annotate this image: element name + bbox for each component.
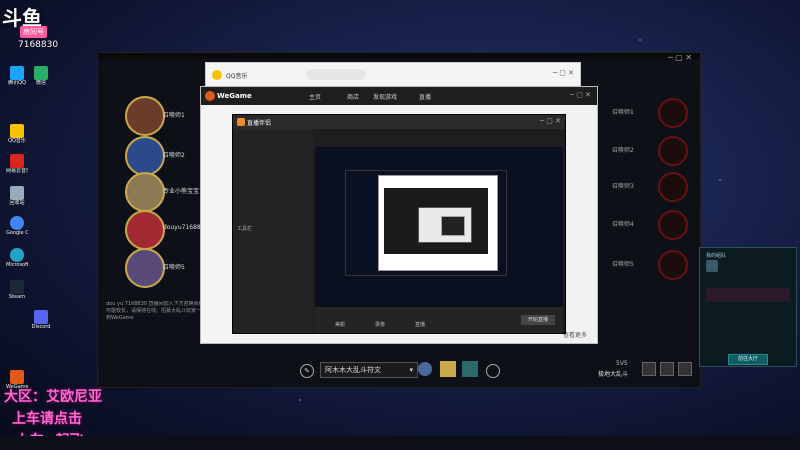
enemy-slot-5[interactable]: 召唤师5 (612, 250, 688, 280)
tool-record[interactable]: 录像 (375, 321, 385, 328)
tool-beauty[interactable]: 美颜 (335, 321, 345, 328)
desktop-icon-netease[interactable]: 网易云音乐 (6, 154, 28, 174)
wegame-topbar: WeGame 主页 商店 发现游戏 直播 ─ ▢ ✕ (201, 87, 597, 105)
chat-icon[interactable] (642, 362, 656, 376)
taskbar (0, 436, 800, 450)
edge-icon (10, 248, 24, 262)
champion-slot-2[interactable]: 召唤师2 (105, 136, 200, 176)
start-live-button[interactable]: 开始直播 (521, 315, 555, 325)
empty-slot-icon (658, 250, 688, 280)
champion-portrait (125, 136, 165, 176)
empty-slot-icon (658, 136, 688, 166)
champion-portrait (125, 210, 165, 250)
desktop-icon-wechat[interactable]: 微信 (30, 66, 52, 86)
app-logo-icon (237, 118, 245, 126)
empty-slot-icon (658, 172, 688, 202)
netease-icon (10, 154, 24, 168)
tab-live[interactable]: 直播 (419, 92, 431, 101)
tool-live[interactable]: 直播 (415, 321, 425, 328)
room-label: 房间号 (20, 26, 47, 38)
steam-icon (10, 280, 24, 294)
empty-slot-icon (658, 98, 688, 128)
wechat-icon (34, 66, 48, 80)
desktop-icon-steam[interactable]: Steam (6, 280, 28, 300)
champion-slot-3[interactable]: 专业小熊宝宝 (105, 172, 200, 212)
wegame-sidebar (201, 105, 231, 343)
search-input[interactable] (306, 69, 366, 80)
champion-portrait (125, 96, 165, 136)
emote-icon[interactable] (486, 364, 500, 378)
chevron-icon: ▾ (409, 366, 413, 374)
avatar (706, 260, 718, 272)
enemy-slot-2[interactable]: 召唤师2 (612, 136, 688, 166)
window-controls[interactable]: ─ ▢ ✕ (540, 117, 561, 125)
microphone-icon[interactable] (678, 362, 692, 376)
desktop-icon-edge[interactable]: Microsoft Edge (6, 248, 28, 268)
tab-store[interactable]: 商店 (347, 92, 359, 101)
champion-portrait (125, 248, 165, 288)
recycle-icon (10, 186, 24, 200)
desktop-icon-qq[interactable]: 腾讯QQ (6, 66, 28, 86)
enemy-slot-4[interactable]: 召唤师4 (612, 210, 688, 240)
enemy-slot-3[interactable]: 召唤师3 (612, 172, 688, 202)
discord-icon (34, 310, 48, 324)
chrome-icon (10, 216, 24, 230)
party-popup: 我的组队 前往大厅 (699, 247, 797, 367)
desktop-icon-discord[interactable]: Discord (30, 310, 52, 330)
overlay-region-text: 大区：艾欧尼亚 (4, 389, 102, 405)
scene-list[interactable]: 工具栏 (233, 129, 313, 333)
tab-discover[interactable]: 发现游戏 (373, 92, 397, 101)
more-link[interactable]: 查看更多 (563, 330, 587, 339)
empty-slot-icon (658, 210, 688, 240)
obs-toolbar: 美颜 录像 直播 开始直播 (315, 307, 563, 333)
nested-preview-5 (441, 216, 465, 236)
spell-icon[interactable] (440, 361, 456, 377)
champion-slot-1[interactable]: 召唤师1 (105, 96, 200, 136)
desktop-icon-qqmusic[interactable]: QQ音乐 (6, 124, 28, 144)
wegame-logo-icon (205, 91, 215, 101)
room-number: 7168830 (18, 40, 59, 50)
rune-icon[interactable] (418, 362, 432, 376)
window-controls[interactable]: ─ ▢ ✕ (668, 53, 692, 62)
tab-home[interactable]: 主页 (309, 92, 321, 101)
champion-slot-4[interactable]: douyu7168830 (105, 210, 208, 250)
desktop-icon-chrome[interactable]: Google Chrome (6, 216, 28, 236)
wegame-icon (10, 370, 24, 384)
champion-portrait (125, 172, 165, 212)
music-icon (10, 124, 24, 138)
edit-icon[interactable]: ✎ (300, 364, 314, 378)
obs-titlebar: 直播伴侣 ─ ▢ ✕ (233, 115, 565, 129)
game-mode-select[interactable]: 阿木木大乱斗符文 ▾ (320, 362, 418, 378)
window-controls[interactable]: ─ ▢ ✕ (553, 69, 574, 77)
desktop-icon-recycle[interactable]: 回收站 (6, 186, 28, 206)
spell-icon[interactable] (462, 361, 478, 377)
champion-strip (706, 288, 790, 302)
friends-icon[interactable] (660, 362, 674, 376)
join-lobby-button[interactable]: 前往大厅 (728, 354, 768, 365)
game-titlebar (98, 53, 700, 59)
champion-slot-5[interactable]: 召唤师5 (105, 248, 200, 288)
overlay-join-text: 上车请点击 (12, 411, 82, 427)
qq-icon (10, 66, 24, 80)
qq-music-logo-icon (212, 70, 222, 80)
enemy-slot-1[interactable]: 召唤师1 (612, 98, 688, 128)
window-controls[interactable]: ─ ▢ ✕ (570, 91, 591, 99)
